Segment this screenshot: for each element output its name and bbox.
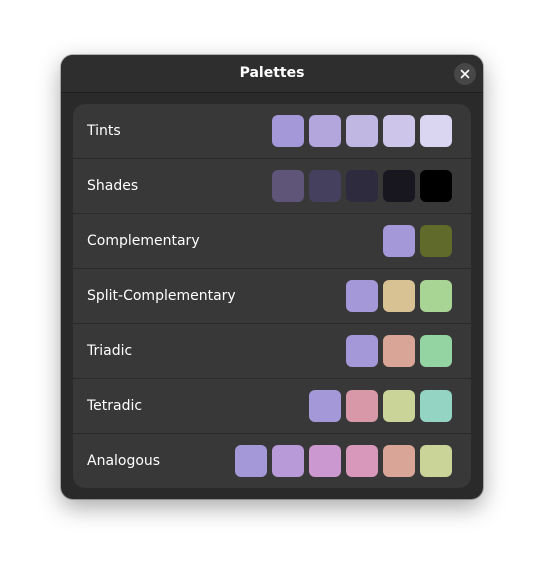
palette-row-tints: Tints [73, 104, 471, 159]
palettes-window: Palettes Tints Shades Complementary Split-C… [61, 55, 483, 499]
palette-row-analogous: Analogous [73, 434, 471, 488]
swatch-group [272, 115, 452, 147]
color-swatch[interactable] [309, 115, 341, 147]
color-swatch[interactable] [420, 170, 452, 202]
color-swatch[interactable] [420, 390, 452, 422]
color-swatch[interactable] [383, 445, 415, 477]
color-swatch[interactable] [383, 390, 415, 422]
color-swatch[interactable] [420, 445, 452, 477]
color-swatch[interactable] [346, 390, 378, 422]
window-title: Palettes [239, 65, 305, 81]
color-swatch[interactable] [420, 280, 452, 312]
color-swatch[interactable] [383, 170, 415, 202]
color-swatch[interactable] [346, 170, 378, 202]
color-swatch[interactable] [309, 445, 341, 477]
swatch-group [346, 335, 452, 367]
swatch-group [272, 170, 452, 202]
color-swatch[interactable] [309, 390, 341, 422]
palette-list: Tints Shades Complementary Split-Complement… [73, 104, 471, 488]
color-swatch[interactable] [383, 335, 415, 367]
palette-row-label: Triadic [87, 343, 133, 359]
palette-row-label: Split-Complementary [87, 288, 236, 304]
color-swatch[interactable] [346, 280, 378, 312]
palette-row-complementary: Complementary [73, 214, 471, 269]
title-bar: Palettes [61, 55, 483, 93]
color-swatch[interactable] [272, 445, 304, 477]
swatch-group [235, 445, 452, 477]
swatch-group [309, 390, 452, 422]
close-icon [460, 69, 470, 79]
palette-row-label: Shades [87, 178, 139, 194]
color-swatch[interactable] [235, 445, 267, 477]
color-swatch[interactable] [346, 335, 378, 367]
color-swatch[interactable] [420, 115, 452, 147]
color-swatch[interactable] [420, 225, 452, 257]
palette-row-shades: Shades [73, 159, 471, 214]
palette-row-split-complementary: Split-Complementary [73, 269, 471, 324]
color-swatch[interactable] [383, 280, 415, 312]
color-swatch[interactable] [383, 115, 415, 147]
swatch-group [383, 225, 452, 257]
color-swatch[interactable] [272, 115, 304, 147]
palette-row-triadic: Triadic [73, 324, 471, 379]
palette-row-tetradic: Tetradic [73, 379, 471, 434]
color-swatch[interactable] [346, 445, 378, 477]
palette-row-label: Tetradic [87, 398, 143, 414]
close-button[interactable] [454, 63, 476, 85]
color-swatch[interactable] [309, 170, 341, 202]
swatch-group [346, 280, 452, 312]
palette-row-label: Tints [87, 123, 121, 139]
color-swatch[interactable] [420, 335, 452, 367]
palette-row-label: Complementary [87, 233, 200, 249]
color-swatch[interactable] [272, 170, 304, 202]
color-swatch[interactable] [346, 115, 378, 147]
color-swatch[interactable] [383, 225, 415, 257]
palette-row-label: Analogous [87, 453, 161, 469]
